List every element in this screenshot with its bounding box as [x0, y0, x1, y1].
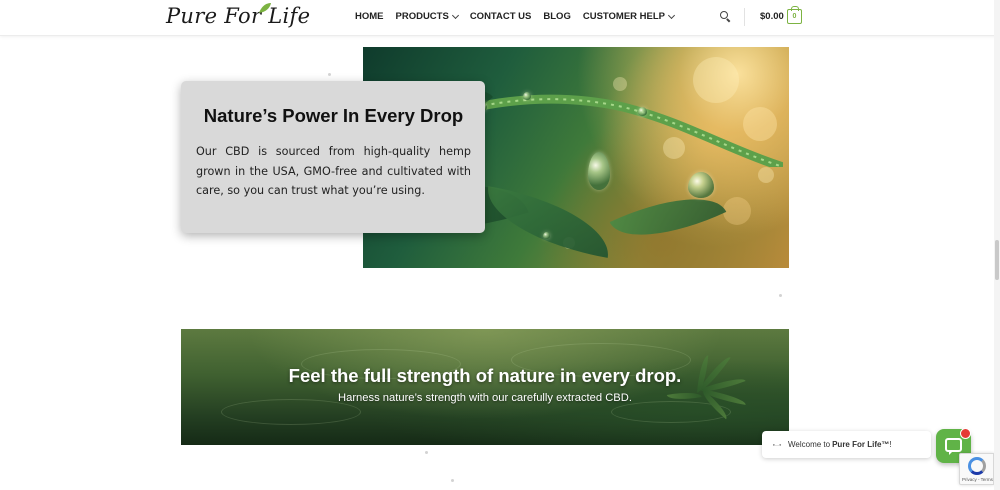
chat-welcome-brand: Pure For Life™ [832, 440, 890, 449]
hero-title: Nature’s Power In Every Drop [203, 105, 464, 126]
nav-contact-us-label: CONTACT US [469, 11, 532, 22]
recaptcha-badge[interactable]: Privacy - Terms [959, 453, 994, 485]
banner-title: Feel the full strength of nature in ever… [288, 365, 682, 386]
site-header: Pure For Life HOME PRODUCTS CONTACT US B… [0, 0, 1000, 36]
slider-dot [451, 479, 454, 482]
nav-products[interactable]: PRODUCTS [395, 11, 459, 22]
scrollbar-thumb[interactable] [995, 240, 999, 280]
nav-blog-label: BLOG [543, 11, 571, 22]
main-nav: HOME PRODUCTS CONTACT US BLOG CUSTOMER H… [355, 11, 686, 22]
cart-total[interactable]: $0.00 [760, 11, 784, 22]
chevron-down-icon [451, 11, 459, 20]
slider-dot [779, 294, 782, 297]
nav-blog[interactable]: BLOG [543, 11, 570, 22]
nav-products-label: PRODUCTS [395, 11, 449, 22]
chat-welcome-prefix: Welcome to [788, 440, 831, 449]
chat-welcome-suffix: ! [889, 440, 892, 449]
leaf-icon [259, 3, 271, 13]
header-divider [744, 8, 745, 26]
chat-icon [945, 438, 962, 455]
recaptcha-icon [968, 457, 986, 475]
nav-home[interactable]: HOME [355, 11, 384, 22]
chat-avatar: ●—● [772, 442, 782, 447]
hero-card: Nature’s Power In Every Drop Our CBD is … [181, 81, 485, 233]
slider-dot [328, 73, 331, 76]
cart-count: 0 [792, 13, 797, 20]
recaptcha-text[interactable]: Privacy - Terms [962, 477, 993, 482]
banner-subtitle: Harness nature’s strength with our caref… [338, 392, 632, 404]
hero-text: Our CBD is sourced from high-quality hem… [196, 145, 471, 197]
nav-customer-help[interactable]: CUSTOMER HELP [582, 11, 676, 22]
search-icon[interactable] [720, 11, 732, 23]
nav-home-label: HOME [355, 11, 384, 22]
promo-banner: Feel the full strength of nature in ever… [181, 329, 789, 445]
page-scrollbar[interactable] [994, 0, 1000, 490]
shopping-bag-icon[interactable]: 0 [787, 6, 802, 24]
notification-badge-icon [960, 428, 971, 439]
nav-contact-us[interactable]: CONTACT US [470, 11, 532, 22]
chat-welcome-bubble[interactable]: ●—● Welcome to Pure For Life™! [762, 431, 931, 458]
slider-dot [425, 451, 428, 454]
logo[interactable]: Pure For Life [166, 4, 310, 28]
chevron-down-icon [667, 11, 676, 20]
nav-customer-help-label: CUSTOMER HELP [582, 11, 666, 22]
